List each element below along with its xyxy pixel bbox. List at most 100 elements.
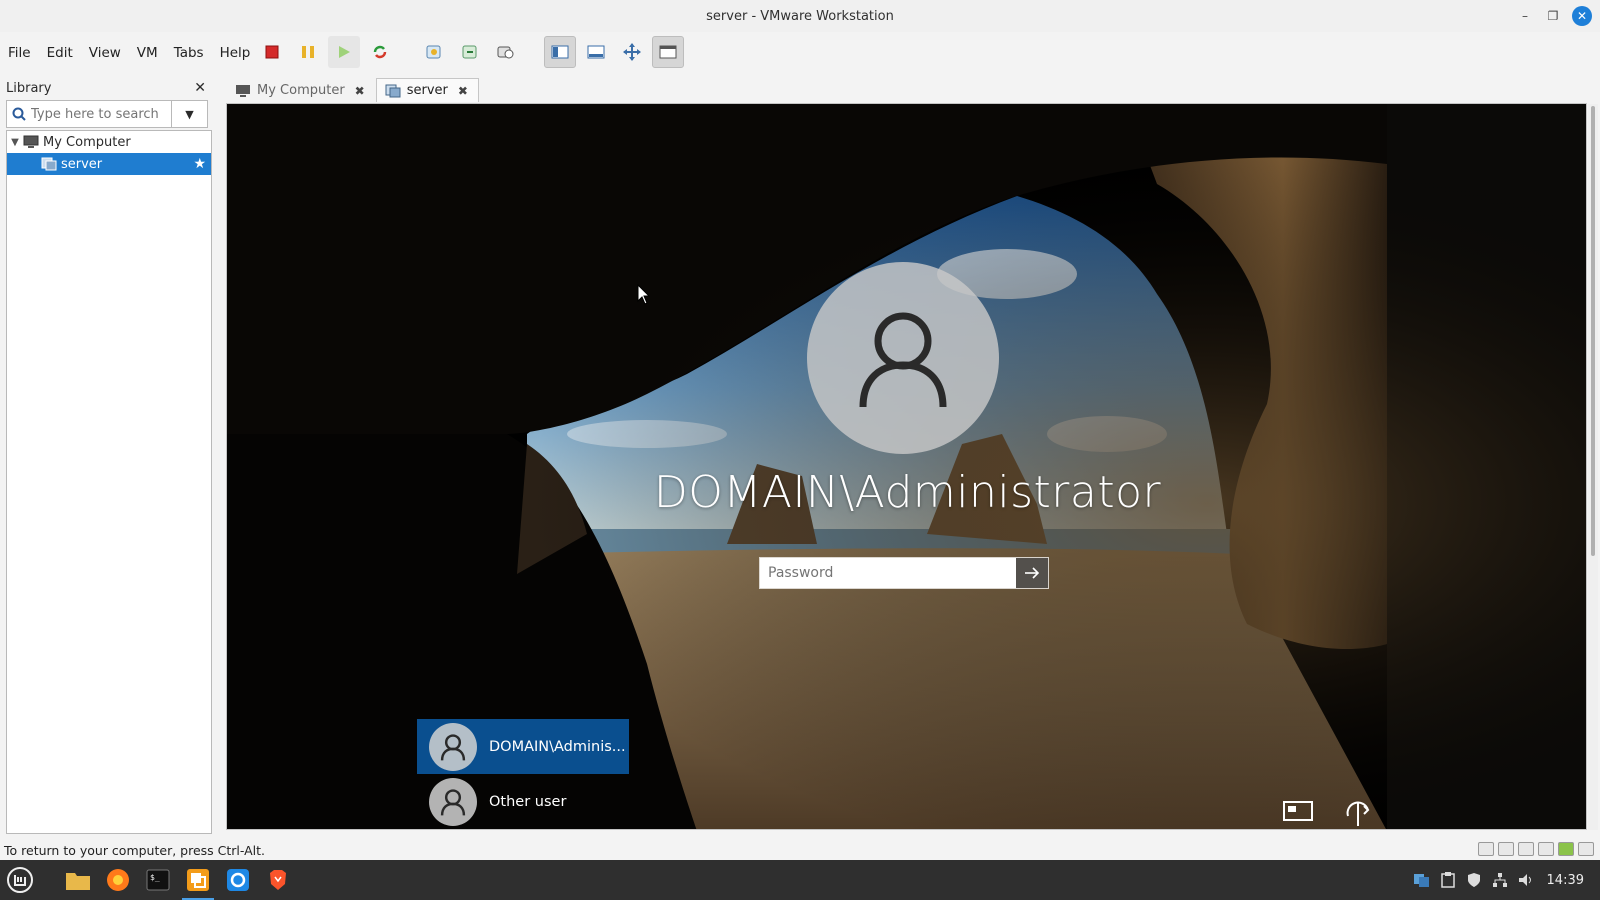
mint-logo-icon — [7, 867, 33, 893]
vmware-tray-icon[interactable] — [1413, 871, 1431, 889]
library-title: Library — [6, 80, 52, 96]
display-icon[interactable] — [1518, 842, 1534, 856]
close-tab-icon[interactable]: ✖ — [355, 84, 365, 98]
unity-view-button[interactable] — [652, 36, 684, 68]
user-tile-administrator[interactable]: DOMAIN\Adminis... — [417, 719, 629, 774]
tree-item-server[interactable]: server ★ — [7, 153, 211, 175]
start-menu-button[interactable] — [0, 860, 40, 900]
thumbnail-bar-button[interactable] — [580, 36, 612, 68]
power-off-button[interactable] — [256, 36, 288, 68]
library-panel-icon — [551, 45, 569, 59]
tree-item-label: My Computer — [43, 134, 131, 150]
user-tile-other-user[interactable]: Other user — [417, 774, 629, 829]
chevron-down-icon[interactable]: ▼ — [171, 101, 207, 127]
console-view-icon — [659, 45, 677, 59]
taskbar: $_ 14:39 — [0, 860, 1600, 900]
tree-item-my-computer[interactable]: ▼ My Computer — [7, 131, 211, 153]
circle-app-icon — [227, 869, 249, 891]
show-library-button[interactable] — [544, 36, 576, 68]
tab-label: server — [406, 83, 448, 98]
library-tree: ▼ My Computer server ★ — [6, 130, 212, 834]
minimize-button[interactable]: – — [1516, 7, 1534, 25]
toolbar — [256, 36, 684, 68]
search-icon — [7, 107, 31, 121]
brave-icon — [270, 870, 286, 890]
reset-button[interactable] — [364, 36, 396, 68]
vm-icon — [41, 157, 59, 171]
arrow-right-icon — [1025, 567, 1040, 579]
submit-arrow-button[interactable] — [1016, 558, 1048, 588]
terminal-icon: $_ — [146, 869, 170, 891]
lock-screen-corner-icons — [1282, 798, 1376, 829]
user-icon — [859, 312, 947, 408]
menu-file[interactable]: File — [0, 45, 39, 61]
password-input[interactable] — [760, 558, 1016, 588]
close-library-icon[interactable]: ✕ — [194, 80, 206, 96]
library-search-input[interactable] — [31, 106, 171, 122]
shield-icon[interactable] — [1465, 871, 1483, 889]
menu-help[interactable]: Help — [212, 45, 259, 61]
favorite-star-icon[interactable]: ★ — [193, 156, 206, 172]
network-icon[interactable] — [1282, 798, 1316, 829]
maximize-button[interactable]: ❐ — [1544, 7, 1562, 25]
full-screen-button[interactable] — [616, 36, 648, 68]
menu-edit[interactable]: Edit — [39, 45, 81, 61]
status-bar: To return to your computer, press Ctrl-A… — [0, 840, 1600, 860]
status-message: To return to your computer, press Ctrl-A… — [4, 842, 266, 858]
power-on-button[interactable] — [328, 36, 360, 68]
revert-snapshot-button[interactable] — [454, 36, 486, 68]
play-icon — [339, 46, 350, 58]
menu-tabs[interactable]: Tabs — [166, 45, 212, 61]
network-adapter-icon[interactable] — [1558, 842, 1574, 856]
hard-disk-icon[interactable] — [1478, 842, 1494, 856]
firefox-launcher[interactable] — [98, 860, 138, 900]
suspend-button[interactable] — [292, 36, 324, 68]
clock[interactable]: 14:39 — [1547, 873, 1584, 888]
volume-icon[interactable] — [1517, 871, 1535, 889]
library-panel: Library ✕ ▼ ▼ My Computer server ★ — [0, 78, 214, 840]
clipboard-icon[interactable] — [1439, 871, 1457, 889]
computer-icon — [236, 84, 250, 97]
tree-item-label: server — [61, 156, 103, 172]
network-icon[interactable] — [1491, 871, 1509, 889]
accessibility-icon[interactable] — [1342, 798, 1376, 829]
user-tile-label: DOMAIN\Adminis... — [489, 738, 626, 755]
fullscreen-icon — [623, 43, 641, 61]
system-tray: 14:39 — [1413, 860, 1600, 900]
folder-icon — [66, 873, 90, 890]
menu-bar: File Edit View VM Tabs Help — [0, 34, 258, 72]
scrollbar-thumb[interactable] — [1591, 106, 1595, 556]
vpn-launcher[interactable] — [218, 860, 258, 900]
window-controls: – ❐ ✕ — [1516, 6, 1592, 26]
printer-icon[interactable] — [1538, 842, 1554, 856]
expand-arrow-icon[interactable]: ▼ — [7, 137, 23, 148]
vm-icon — [385, 84, 401, 97]
terminal-launcher[interactable]: $_ — [138, 860, 178, 900]
vm-console[interactable]: DOMAIN\Administrator DOMAIN\Adminis... O… — [226, 103, 1587, 830]
title-bar: server - VMware Workstation – ❐ ✕ — [0, 0, 1600, 32]
tab-server[interactable]: server ✖ — [375, 78, 479, 102]
user-tile-label: Other user — [489, 793, 567, 810]
snapshot-button[interactable] — [418, 36, 450, 68]
firefox-icon — [107, 869, 129, 891]
close-window-button[interactable]: ✕ — [1572, 6, 1592, 26]
cd-rom-icon[interactable] — [1498, 842, 1514, 856]
menu-view[interactable]: View — [81, 45, 129, 61]
mouse-cursor-icon — [637, 284, 651, 305]
vmware-icon — [187, 869, 209, 891]
pause-icon — [302, 46, 314, 58]
vertical-scrollbar[interactable] — [1588, 104, 1598, 830]
close-tab-icon[interactable]: ✖ — [458, 84, 468, 98]
tab-my-computer[interactable]: My Computer ✖ — [226, 78, 376, 102]
files-launcher[interactable] — [58, 860, 98, 900]
vmware-launcher[interactable] — [178, 860, 218, 900]
message-log-icon[interactable] — [1578, 842, 1594, 856]
snapshot-manager-button[interactable] — [490, 36, 522, 68]
library-header: Library ✕ — [0, 78, 214, 98]
revert-icon — [462, 45, 477, 59]
brave-launcher[interactable] — [258, 860, 298, 900]
tab-bar: My Computer ✖ server ✖ — [226, 78, 479, 102]
menu-vm[interactable]: VM — [129, 45, 166, 61]
restart-icon — [373, 45, 387, 59]
tab-label: My Computer — [257, 83, 345, 98]
